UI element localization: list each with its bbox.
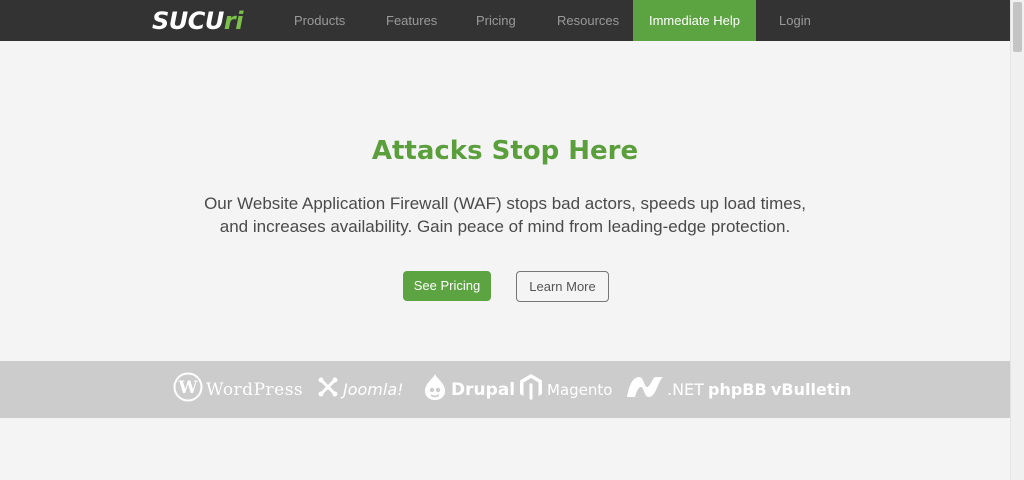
platform-phpbb: phpBB	[708, 361, 767, 418]
magento-icon	[519, 373, 543, 406]
wordpress-label: WordPress	[206, 379, 304, 400]
learn-more-button[interactable]: Learn More	[516, 271, 609, 302]
svg-text:W: W	[177, 378, 198, 398]
platform-dotnet: .NET	[625, 361, 704, 418]
joomla-icon	[317, 376, 339, 403]
hero-description-line-1: Our Website Application Firewall (WAF) s…	[204, 194, 806, 213]
drupal-icon	[423, 372, 447, 407]
platform-magento: Magento	[519, 361, 612, 418]
nav-immediate-help[interactable]: Immediate Help	[633, 0, 756, 41]
joomla-label: Joomla!	[343, 380, 404, 399]
vbulletin-label: vBulletin	[771, 380, 852, 399]
platform-drupal: Drupal	[423, 361, 515, 418]
magento-label: Magento	[547, 380, 613, 399]
hero-title: Attacks Stop Here	[371, 136, 639, 166]
scrollbar-thumb[interactable]	[1013, 2, 1022, 52]
hero-description: Our Website Application Firewall (WAF) s…	[0, 192, 1010, 238]
page-scrollbar[interactable]	[1010, 0, 1024, 480]
dotnet-label: .NET	[667, 380, 704, 399]
platform-joomla: Joomla!	[317, 361, 404, 418]
platform-vbulletin: vBulletin	[771, 361, 851, 418]
platform-wordpress: W WordPress	[173, 361, 303, 418]
hero-description-line-2: and increases availability. Gain peace o…	[219, 217, 791, 236]
page: SUCUri Products Features Pricing Resourc…	[0, 0, 1010, 480]
logo-accent-text: ri	[223, 7, 244, 35]
supported-platforms-band: W WordPress Joomla! Drupal Magento .NET …	[0, 361, 1010, 418]
nav-products[interactable]: Products	[294, 0, 345, 41]
nav-login[interactable]: Login	[779, 0, 811, 41]
nav-pricing[interactable]: Pricing	[476, 0, 516, 41]
wordpress-icon: W	[173, 372, 203, 407]
logo-main-text: SUCU	[152, 7, 224, 35]
logo-text: SUCUri	[152, 7, 243, 35]
nav-resources[interactable]: Resources	[557, 0, 619, 41]
dotnet-icon	[625, 375, 665, 404]
sucuri-logo[interactable]: SUCUri	[152, 7, 243, 35]
drupal-label: Drupal	[451, 379, 516, 400]
nav-features[interactable]: Features	[386, 0, 437, 41]
see-pricing-button[interactable]: See Pricing	[403, 271, 491, 301]
top-navigation: SUCUri Products Features Pricing Resourc…	[0, 0, 1010, 41]
phpbb-label: phpBB	[708, 380, 767, 399]
